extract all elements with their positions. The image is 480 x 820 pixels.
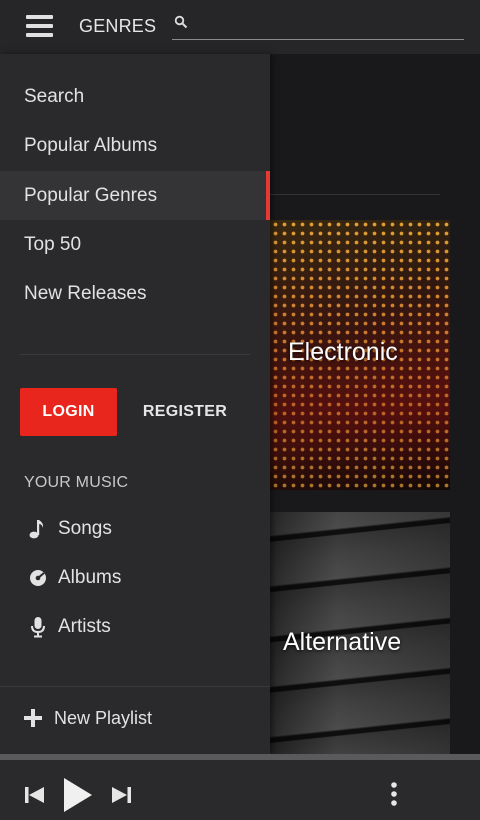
search-icon bbox=[174, 15, 188, 29]
page-title: GENRES bbox=[79, 16, 157, 36]
microphone-icon bbox=[31, 617, 45, 638]
nav-item-label: Popular Genres bbox=[24, 185, 158, 206]
search-box[interactable] bbox=[172, 12, 464, 40]
music-item-albums[interactable]: Albums bbox=[0, 555, 270, 601]
navigation-drawer: Search Popular Albums Popular Genres Top… bbox=[0, 54, 270, 754]
nav-item-popular-albums[interactable]: Popular Albums bbox=[0, 121, 270, 170]
genre-card-alternative[interactable]: Alternative bbox=[262, 512, 450, 780]
drawer-divider bbox=[0, 686, 270, 687]
nav-item-new-releases[interactable]: New Releases bbox=[0, 269, 270, 318]
drawer-divider bbox=[20, 354, 250, 355]
new-playlist-button[interactable]: New Playlist bbox=[0, 696, 270, 742]
nav-item-search[interactable]: Search bbox=[0, 72, 270, 121]
new-playlist-label: New Playlist bbox=[54, 708, 153, 728]
content-divider bbox=[270, 194, 440, 195]
nav-item-label: New Releases bbox=[24, 283, 147, 304]
login-button[interactable]: LOGIN bbox=[20, 388, 117, 436]
music-item-label: Artists bbox=[58, 616, 111, 637]
music-item-artists[interactable]: Artists bbox=[0, 604, 270, 650]
music-item-label: Albums bbox=[58, 567, 122, 588]
search-input[interactable] bbox=[196, 12, 460, 38]
app-bar: GENRES bbox=[0, 0, 480, 54]
nav-item-popular-genres[interactable]: Popular Genres bbox=[0, 171, 270, 220]
skip-next-icon[interactable] bbox=[111, 786, 131, 804]
genre-label: Electronic bbox=[288, 338, 398, 366]
register-button[interactable]: REGISTER bbox=[132, 388, 238, 436]
music-item-label: Songs bbox=[58, 518, 112, 539]
music-item-songs[interactable]: Songs bbox=[0, 506, 270, 552]
skip-previous-icon[interactable] bbox=[25, 786, 45, 804]
album-disc-icon bbox=[30, 570, 46, 586]
nav-item-top-50[interactable]: Top 50 bbox=[0, 220, 270, 269]
your-music-heading: YOUR MUSIC bbox=[24, 474, 129, 491]
music-note-icon bbox=[29, 520, 44, 539]
nav-item-label: Search bbox=[24, 86, 85, 107]
nav-item-label: Popular Albums bbox=[24, 135, 158, 156]
more-vert-icon[interactable] bbox=[390, 782, 398, 806]
player-bar bbox=[0, 754, 480, 820]
menu-icon[interactable] bbox=[26, 15, 53, 37]
genre-label: Alternative bbox=[283, 628, 402, 656]
plus-icon bbox=[24, 709, 42, 727]
play-icon[interactable] bbox=[63, 777, 93, 813]
genre-card-electronic[interactable]: Electronic bbox=[262, 220, 450, 490]
nav-item-label: Top 50 bbox=[24, 234, 82, 255]
